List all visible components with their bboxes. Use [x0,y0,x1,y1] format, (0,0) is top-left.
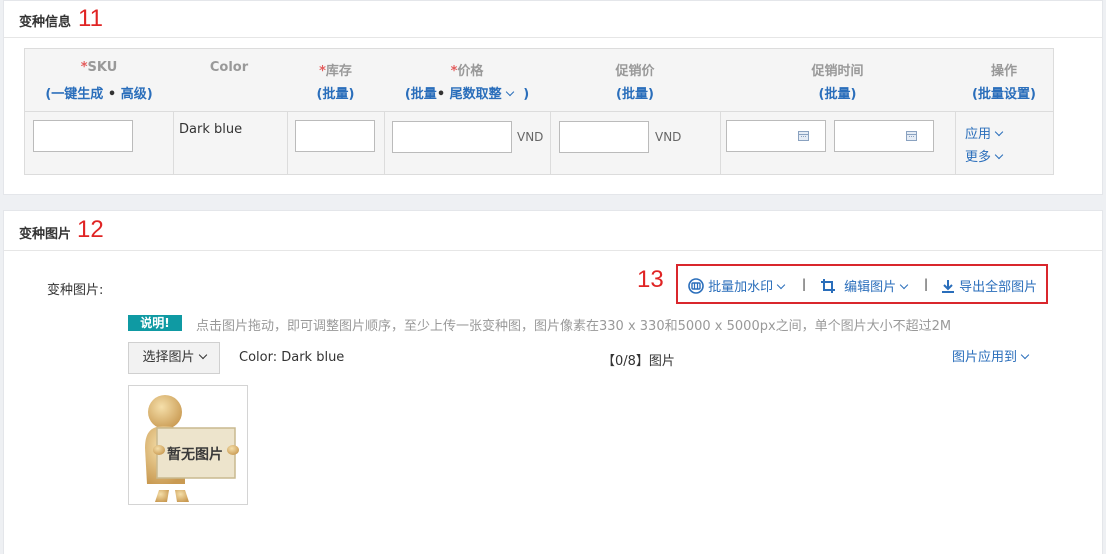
crop-icon [821,279,835,293]
variant-images-title: 变种图片 [19,227,72,242]
dot-separator: • [107,87,117,102]
no-image-text: 暂无图片 [167,447,223,463]
toolbar-separator: | [924,277,929,291]
col-promo-time: 促销时间 (批量) [720,49,955,112]
column-divider [550,112,551,174]
paren-close: ) [523,87,530,102]
apply-image-to-dropdown[interactable]: 图片应用到 [952,346,1030,365]
variant-info-panel: 变种信息 11 *SKU (一键生成 • 高级) Color *库存 (批量) … [3,0,1103,195]
edit-image-label: 编辑图片 [844,280,897,295]
export-all-images-button[interactable]: 导出全部图片 [941,276,1037,295]
note-text: 点击图片拖动，即可调整图片顺序，至少上传一张变种图，图片像素在330 x 330… [196,319,952,334]
batch-watermark-label: 批量加水印 [708,280,774,295]
image-color-label: Color: Dark blue [239,350,345,365]
paren-close: ) [1030,87,1036,102]
paren-close: ) [850,87,857,102]
col-actions: 操作 (批量设置) [955,49,1053,112]
watermark-icon [688,278,704,294]
promo-start-date[interactable] [726,120,826,152]
col-promo-time-label: 促销时间 [811,64,864,79]
stock-input[interactable] [295,120,375,152]
select-image-button[interactable]: 选择图片 [128,342,220,374]
variant-images-field-label: 变种图片: [47,283,104,298]
note-tag: 说明! [128,315,182,331]
column-divider [384,112,385,174]
variant-images-header: 变种图片 12 [4,211,1102,251]
column-divider [955,112,956,174]
dot-separator: • [436,87,446,102]
price-rounding-dropdown[interactable]: 尾数取整 [449,87,514,102]
apply-label: 应用 [965,127,992,142]
actions-batch-settings-link[interactable]: 批量设置 [978,87,1030,102]
calendar-icon [906,131,917,141]
calendar-icon [798,131,809,141]
column-divider [287,112,288,174]
col-actions-label: 操作 [990,64,1017,79]
apply-dropdown[interactable]: 应用 [965,123,1004,142]
variant-table-header: *SKU (一键生成 • 高级) Color *库存 (批量) *价格 (批量•… [25,49,1053,112]
col-promo-price: 促销价 (批量) [550,49,720,112]
price-batch-link[interactable]: 批量 [411,87,437,102]
required-mark: * [319,64,326,79]
variant-images-panel: 变种图片 12 变种图片: 13 批量加水印 | 编辑图片 | 导出全部图片 说… [3,210,1103,554]
col-sku-label: SKU [87,60,118,75]
column-divider [720,112,721,174]
col-price: *价格 (批量• 尾数取整 ) [384,49,550,112]
chevron-down-icon [899,280,909,290]
col-promo-price-label: 促销价 [615,64,655,79]
color-value: Dark blue [179,122,243,137]
download-icon [942,280,954,293]
required-mark: * [80,60,88,75]
chevron-down-icon [994,127,1004,137]
promo-time-batch-link[interactable]: 批量 [824,87,850,102]
col-color: Color [173,49,285,112]
price-unit: VND [517,130,544,144]
batch-watermark-dropdown[interactable]: 批量加水印 [688,276,786,295]
chevron-down-icon [1020,350,1030,360]
variant-table: *SKU (一键生成 • 高级) Color *库存 (批量) *价格 (批量•… [24,48,1054,175]
image-count-label: 【0/8】图片 [602,354,675,369]
annotation-13: 13 [637,266,664,293]
image-placeholder[interactable]: 暂无图片 [128,385,248,505]
variant-info-header: 变种信息 11 [4,1,1102,38]
paren-close: ) [146,87,153,102]
col-stock: *库存 (批量) [287,49,384,112]
column-divider [173,112,174,174]
chevron-down-icon [994,150,1004,160]
promo-end-date[interactable] [834,120,934,152]
col-color-label: Color [209,60,249,75]
chevron-down-icon [776,280,786,290]
price-rounding-label: 尾数取整 [449,87,502,102]
more-label: 更多 [965,150,992,165]
annotation-11: 11 [78,5,103,32]
toolbar-separator: | [802,277,807,291]
promo-price-input[interactable] [559,121,649,153]
stock-batch-link[interactable]: 批量 [322,87,348,102]
annotation-12: 12 [77,216,104,243]
promo-price-unit: VND [655,130,682,144]
apply-image-to-label: 图片应用到 [952,350,1018,365]
sku-input[interactable] [33,120,133,152]
paren-close: ) [648,87,654,102]
chevron-down-icon [198,350,207,360]
variant-info-title: 变种信息 [19,15,72,30]
export-all-images-label: 导出全部图片 [959,280,1038,295]
more-dropdown[interactable]: 更多 [965,146,1004,165]
price-input[interactable] [392,121,512,153]
col-stock-label: 库存 [325,64,352,79]
chevron-down-icon [505,87,514,97]
col-price-label: 价格 [457,64,484,79]
image-toolbar: 批量加水印 | 编辑图片 | 导出全部图片 [676,264,1048,304]
col-sku: *SKU (一键生成 • 高级) [25,49,173,112]
sku-auto-generate-link[interactable]: 一键生成 [51,87,103,102]
edit-image-dropdown[interactable]: 编辑图片 [820,276,909,295]
select-image-label: 选择图片 [142,350,195,365]
paren-close: ) [348,87,355,102]
variant-table-row: Dark blue VND VND 应用 更多 [25,112,1053,174]
promo-price-batch-link[interactable]: 批量 [622,87,648,102]
sku-advanced-link[interactable]: 高级 [121,87,147,102]
